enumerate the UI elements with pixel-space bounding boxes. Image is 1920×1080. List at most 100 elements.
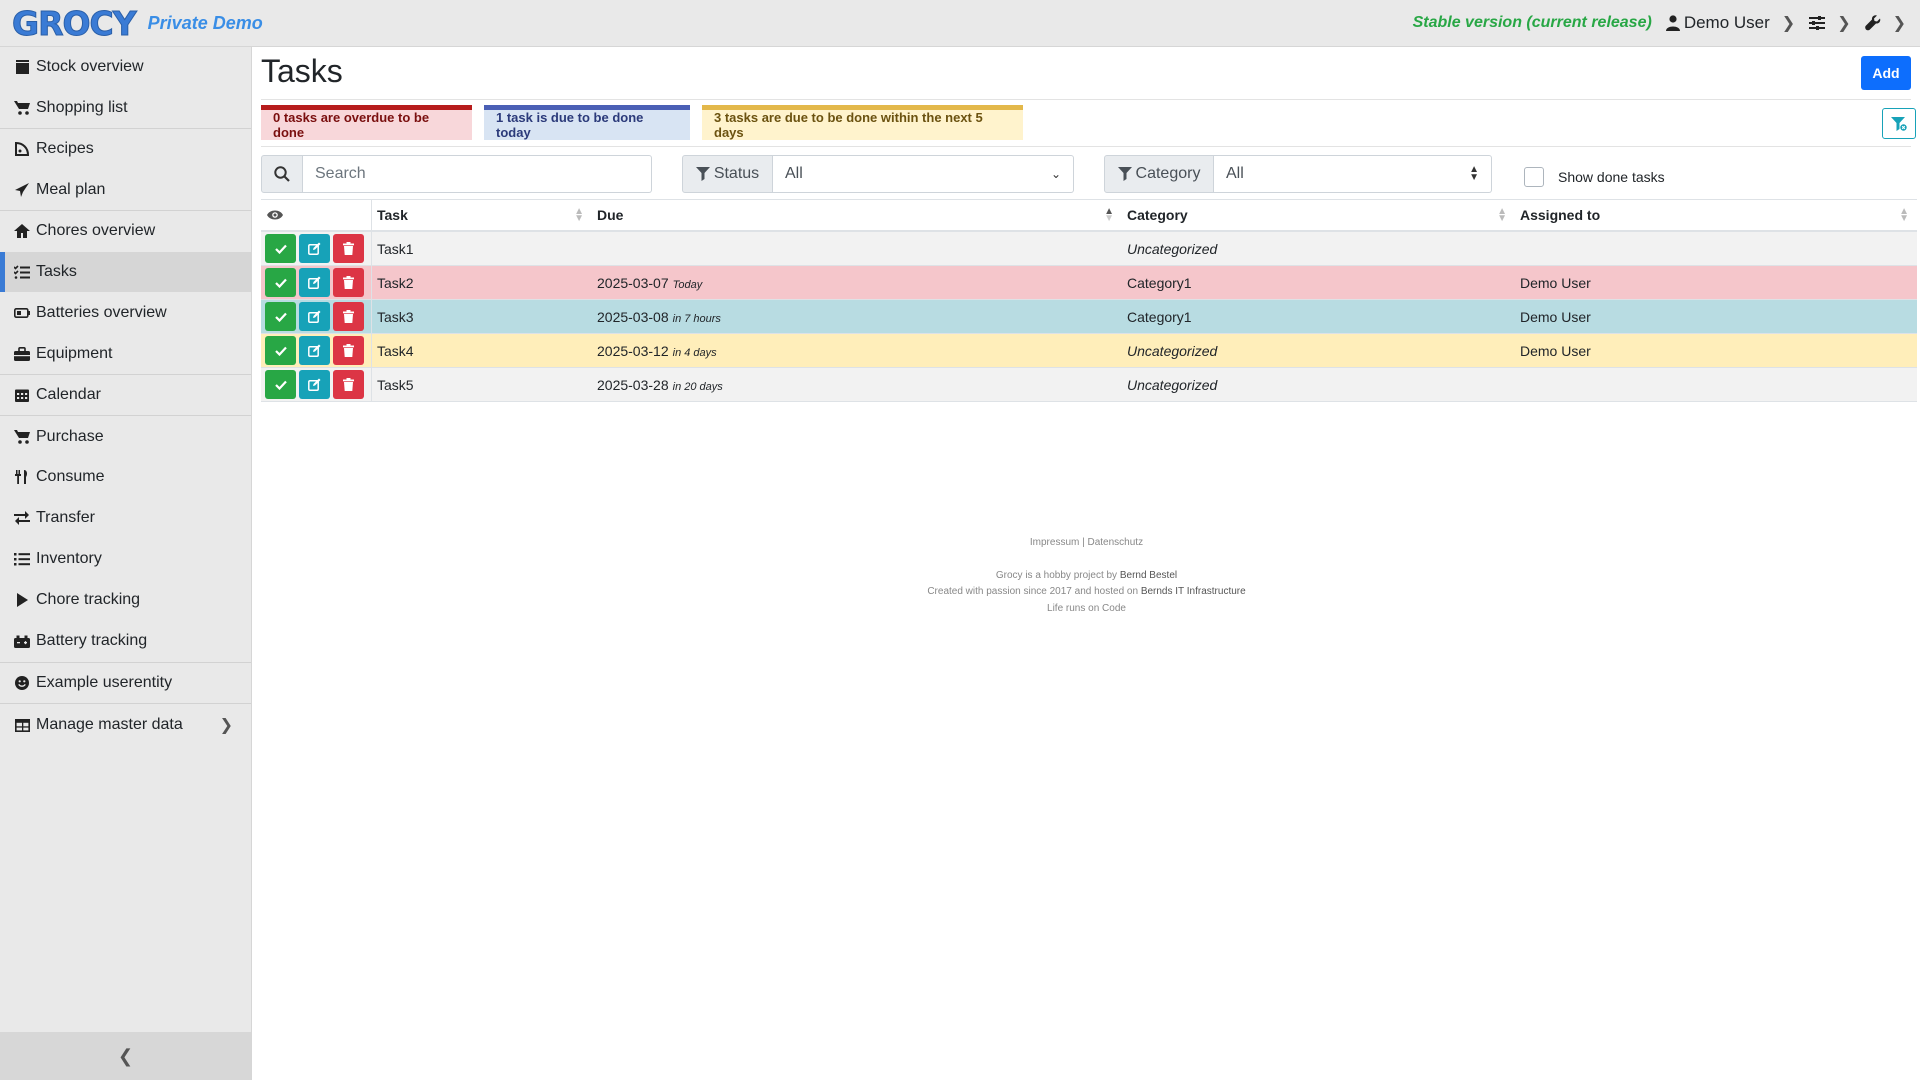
delete-task-button[interactable] [333,370,364,399]
settings-menu[interactable]: ❯ [1809,13,1851,33]
mark-done-button[interactable] [265,336,296,365]
category-filter-group: Category All ▲ ▼ [1104,155,1492,193]
delete-task-button[interactable] [333,234,364,263]
due-today-status-badge[interactable]: 1 task is due to be done today [484,105,690,140]
row-actions [261,334,372,367]
trash-icon [343,378,354,391]
search-icon [261,155,303,193]
sort-caret-icon: ▲ ▼ [1469,164,1479,183]
mark-done-button[interactable] [265,234,296,263]
sidebar-item-manage-master-data[interactable]: Manage master data ❯ [0,705,251,745]
sidebar-item-consume[interactable]: Consume [0,457,251,497]
overdue-status-badge[interactable]: 0 tasks are overdue to be done [261,105,472,140]
sort-icon: ▲ ▼ [1899,206,1909,224]
task-due: 2025-03-07 Today [597,274,703,291]
version-label[interactable]: Stable version (current release) [1413,14,1652,32]
grocy-logo[interactable]: GROCY [12,6,138,40]
box-icon [14,59,30,75]
show-done-tasks-toggle[interactable]: Show done tasks [1524,167,1665,187]
sidebar-collapse-toggle[interactable]: ❮ [0,1032,251,1080]
column-header-assigned-to[interactable]: Assigned to ▲ ▼ [1515,206,1917,224]
exchange-icon [14,510,30,526]
check-icon [274,278,287,288]
sidebar-item-label: Example userentity [36,674,173,691]
chevron-left-icon: ❮ [117,1045,134,1066]
delete-task-button[interactable] [333,302,364,331]
sidebar-item-purchase[interactable]: Purchase [0,417,251,457]
sidebar-item-recipes[interactable]: Recipes [0,129,251,169]
sidebar-item-equipment[interactable]: Equipment [0,334,251,374]
table-row: Task3 2025-03-08 in 7 hours Category1 Dem… [261,300,1917,334]
edit-task-button[interactable] [299,302,330,331]
column-visibility-toggle[interactable] [261,200,372,230]
sidebar-item-label: Inventory [36,550,102,567]
table-row: Task4 2025-03-12 in 4 days Uncategorized … [261,334,1917,368]
hosting-link[interactable]: Bernds IT Infrastructure [1141,586,1246,597]
column-header-category[interactable]: Category ▲ ▼ [1122,207,1515,224]
row-actions [261,266,372,299]
table-icon [14,717,30,733]
author-link[interactable]: Bernd Bestel [1120,570,1177,581]
task-name: Task2 [377,274,414,291]
chevron-right-icon: ❯ [1892,15,1906,32]
mark-done-button[interactable] [265,302,296,331]
sidebar-item-batteries-overview[interactable]: Batteries overview [0,293,251,333]
page-title: Tasks [261,53,343,89]
edit-icon [308,344,321,357]
mark-done-button[interactable] [265,268,296,297]
home-icon [14,223,30,239]
edit-task-button[interactable] [299,234,330,263]
sidebar-item-chore-tracking[interactable]: Chore tracking [0,580,251,620]
status-filter-label: Status [682,155,773,193]
wrench-icon [1864,15,1880,31]
show-done-tasks-checkbox[interactable] [1524,167,1544,187]
sort-icon: ▲ ▼ [574,206,584,224]
sidebar-item-label: Calendar [36,386,101,403]
table-row: Task1 Uncategorized [261,232,1917,266]
task-assigned-to: Demo User [1520,274,1591,291]
smile-icon [14,675,30,691]
trash-icon [343,310,354,323]
tools-menu[interactable]: ❯ [1864,13,1906,33]
topbar-right: Stable version (current release) Demo Us… [1413,0,1920,46]
sidebar-item-calendar[interactable]: Calendar [0,375,251,415]
sidebar-item-inventory[interactable]: Inventory [0,539,251,579]
sidebar-item-label: Meal plan [36,181,106,198]
category-filter-select[interactable]: All ▲ ▼ [1214,155,1492,193]
task-category: Uncategorized [1127,240,1218,257]
sidebar-item-transfer[interactable]: Transfer [0,498,251,538]
edit-icon [308,310,321,323]
sidebar-item-meal-plan[interactable]: Meal plan [0,170,251,210]
check-icon [274,312,287,322]
row-actions [261,300,372,333]
sidebar-item-chores-overview[interactable]: Chores overview [0,211,251,251]
search-input[interactable]: Search [303,155,652,193]
sidebar-item-battery-tracking[interactable]: Battery tracking [0,621,251,661]
edit-task-button[interactable] [299,336,330,365]
filter-toggle-button[interactable] [1882,108,1916,139]
edit-task-button[interactable] [299,370,330,399]
footer-credit-line: Grocy is a hobby project by Bernd Bestel [995,570,1178,581]
cart-icon [14,100,30,116]
task-name: Task5 [377,376,414,393]
sidebar-divider [0,703,251,704]
column-header-task[interactable]: Task ▲ ▼ [372,206,592,224]
sidebar-item-tasks[interactable]: Tasks [0,252,251,292]
sidebar-item-shopping-list[interactable]: Shopping list [0,88,251,128]
edit-icon [308,242,321,255]
mark-done-button[interactable] [265,370,296,399]
trash-icon [343,344,354,357]
sidebar-item-stock-overview[interactable]: Stock overview [0,47,251,87]
sidebar-item-label: Recipes [36,140,94,157]
table-row: Task2 2025-03-07 Today Category1 Demo Use… [261,266,1917,300]
delete-task-button[interactable] [333,268,364,297]
sidebar-item-example-userentity[interactable]: Example userentity [0,663,251,703]
column-header-due[interactable]: Due ▲ ▼ [592,207,1122,224]
footer-links[interactable]: Impressum | Datenschutz [253,537,1920,548]
add-task-button[interactable]: Add [1861,56,1911,90]
user-menu[interactable]: Demo User ❯ [1665,13,1795,33]
delete-task-button[interactable] [333,336,364,365]
due-soon-status-badge[interactable]: 3 tasks are due to be done within the ne… [702,105,1023,140]
edit-task-button[interactable] [299,268,330,297]
status-filter-select[interactable]: All ⌄ [773,155,1074,193]
